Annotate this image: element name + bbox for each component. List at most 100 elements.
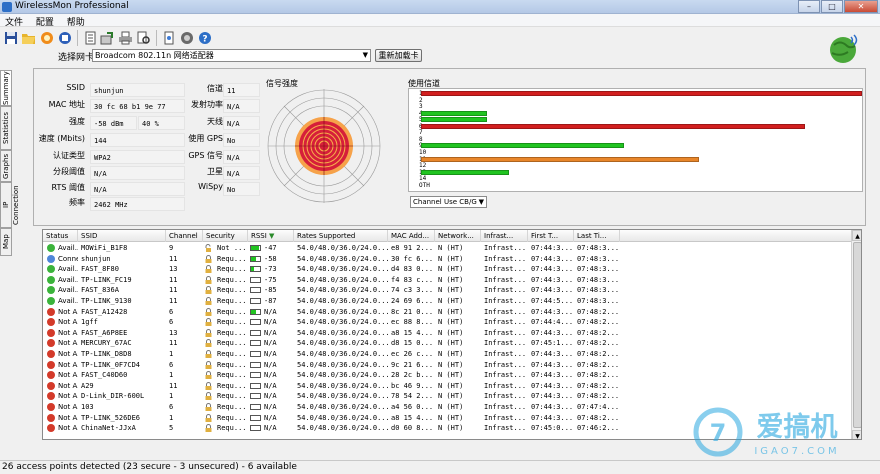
- tab-ip-connection[interactable]: IP Connection: [0, 182, 20, 228]
- cell-rssi: N/A: [264, 307, 277, 316]
- menu-config[interactable]: 配置: [31, 14, 59, 28]
- cell-status: Avail...: [58, 286, 78, 295]
- column-header[interactable]: RSSI ▼: [248, 230, 294, 242]
- open-folder-icon[interactable]: [20, 30, 37, 47]
- gps-signal-label: GPS 信号: [188, 151, 223, 160]
- column-header[interactable]: MAC Add...: [388, 230, 435, 242]
- stop-icon[interactable]: [56, 30, 73, 47]
- minimize-button[interactable]: –: [798, 0, 820, 13]
- cell-ssid: MERCURY_67AC: [81, 339, 132, 348]
- cell-security: Requ...: [217, 360, 247, 369]
- scroll-thumb[interactable]: [853, 242, 861, 428]
- table-row[interactable]: Avail...FAST_8F80 13 Requ... -73 54.0/48.0/3…: [43, 264, 851, 275]
- cell-infra: Infrast...: [484, 381, 527, 390]
- gps-icon[interactable]: [178, 30, 195, 47]
- cell-security: Not ...: [217, 244, 247, 252]
- menu-file[interactable]: 文件: [0, 14, 28, 28]
- app-icon: [2, 2, 12, 12]
- rssi-bar: [250, 340, 261, 347]
- strength-label: 强度: [69, 117, 85, 126]
- cell-network: N (HT): [438, 371, 464, 380]
- table-row[interactable]: Avail...TP-LINK_9130 11 Requ... -87 54.0/48.…: [43, 296, 851, 307]
- cell-security: Requ...: [217, 424, 247, 433]
- table-row[interactable]: Not A...D-Link_DIR-600L 1 Requ... N/A 54.0/4…: [43, 391, 851, 402]
- cell-ssid: FAST_A6P8EE: [81, 328, 128, 337]
- settings-icon[interactable]: [160, 30, 177, 47]
- channel-use-dropdown[interactable]: Channel Use CB/G ▼: [410, 196, 487, 208]
- reload-card-button[interactable]: 重新加载卡: [375, 49, 422, 62]
- column-header[interactable]: Network...: [435, 230, 481, 242]
- cell-rssi: N/A: [264, 371, 277, 380]
- cell-status: Not A...: [58, 307, 78, 316]
- help-icon[interactable]: ?: [196, 30, 213, 47]
- maximize-button[interactable]: □: [821, 0, 843, 13]
- cell-channel: 1: [169, 413, 174, 422]
- save-icon[interactable]: [2, 30, 19, 47]
- cell-network: N (HT): [438, 244, 464, 252]
- table-row[interactable]: Not A...FAST_A12428 6 Requ... N/A 54.0/48.0/…: [43, 307, 851, 318]
- lock-icon: [205, 265, 212, 274]
- column-header[interactable]: Rates Supported: [294, 230, 388, 242]
- table-row[interactable]: Not A...1gff 6 Requ... N/A 54.0/48.0/36.0/24…: [43, 317, 851, 328]
- cell-infra: Infrast...: [484, 265, 527, 274]
- cell-rates: 54.0/48.0/36.0/24.0...: [297, 339, 388, 348]
- column-header[interactable]: Infrast...: [481, 230, 528, 242]
- menu-help[interactable]: 帮助: [62, 14, 90, 28]
- table-row[interactable]: Conne...shunjun 11 Requ... -58 54.0/48.0/36.…: [43, 254, 851, 265]
- status-dot-icon: [47, 254, 55, 263]
- status-dot-icon: [47, 360, 55, 369]
- column-header[interactable]: SSID: [78, 230, 166, 242]
- column-header[interactable]: First T...: [528, 230, 574, 242]
- rssi-bar: [250, 414, 261, 421]
- cell-security: Requ...: [217, 265, 247, 274]
- table-row[interactable]: Not A...A29 11 Requ... N/A 54.0/48.0/36.0/24…: [43, 381, 851, 392]
- table-row[interactable]: Avail...TP-LINK_FC19 11 Requ... -75 54.0/48.…: [43, 275, 851, 286]
- table-row[interactable]: Not A...TP-LINK_0F7CD4 6 Requ... N/A 54.0/48…: [43, 360, 851, 371]
- rssi-bar: [250, 404, 261, 410]
- table-row[interactable]: Not A...MERCURY_67AC 11 Requ... N/A 54.0/48.…: [43, 338, 851, 349]
- print-preview-icon[interactable]: [135, 30, 152, 47]
- scroll-up-icon[interactable]: ▲: [852, 230, 861, 241]
- column-header[interactable]: Last Ti...: [574, 230, 620, 242]
- tab-graphs[interactable]: Graphs: [0, 150, 12, 182]
- nic-dropdown[interactable]: Broadcom 802.11n 网络适配器 ▼: [92, 49, 371, 62]
- channel-bar: [421, 143, 624, 149]
- column-header[interactable]: Status: [43, 230, 78, 242]
- rssi-fill: [251, 267, 254, 272]
- table-row[interactable]: Not A...FAST_C40D60 1 Requ... N/A 54.0/48.0/…: [43, 370, 851, 381]
- cell-infra: Infrast...: [484, 307, 527, 316]
- tab-statistics[interactable]: Statistics: [0, 106, 12, 150]
- cell-last: 07:48:3...: [577, 244, 620, 252]
- cell-ssid: TP-LINK_526DE6: [81, 413, 141, 422]
- column-header[interactable]: Channel: [166, 230, 203, 242]
- table-row[interactable]: Not A...TP-LINK_D8D8 1 Requ... N/A 54.0/48.0…: [43, 349, 851, 360]
- status-dot-icon: [47, 265, 55, 274]
- cell-rssi: N/A: [264, 413, 277, 422]
- cell-first: 07:44:3...: [531, 413, 574, 422]
- rssi-bar: [250, 393, 261, 400]
- strength-dbm-value: -58 dBm: [90, 116, 137, 130]
- cell-rssi: N/A: [264, 328, 277, 337]
- export-icon[interactable]: [99, 30, 116, 47]
- rts-value: N/A: [90, 182, 185, 196]
- cell-infra: Infrast...: [484, 275, 527, 284]
- tab-map[interactable]: Map: [0, 228, 12, 256]
- cell-first: 07:44:3...: [531, 265, 574, 274]
- cell-channel: 1: [169, 350, 174, 358]
- print-icon[interactable]: [117, 30, 134, 47]
- column-header[interactable]: Security: [203, 230, 248, 242]
- close-button[interactable]: ✕: [844, 0, 878, 13]
- cell-status: Not A...: [58, 328, 78, 337]
- tab-summary[interactable]: Summary: [0, 70, 12, 106]
- cell-rates: 54.0/48.0/36.0/24.0...: [297, 381, 388, 390]
- cell-rssi: N/A: [264, 403, 277, 411]
- log-icon[interactable]: [81, 30, 98, 47]
- freq-value: 2462 MHz: [90, 197, 185, 211]
- table-row[interactable]: Avail...FAST_836A 11 Requ... -85 54.0/48.0/3…: [43, 285, 851, 296]
- record-icon[interactable]: [38, 30, 55, 47]
- auth-value: WPA2: [90, 150, 185, 164]
- table-row[interactable]: Avail...MOWiFi_B1F8 9 Not ... -47 54.0/48.0/…: [43, 243, 851, 254]
- cell-network: N (HT): [438, 360, 464, 369]
- table-row[interactable]: Not A...FAST_A6P8EE 13 Requ... N/A 54.0/48.0…: [43, 328, 851, 339]
- cell-first: 07:44:3...: [531, 360, 574, 369]
